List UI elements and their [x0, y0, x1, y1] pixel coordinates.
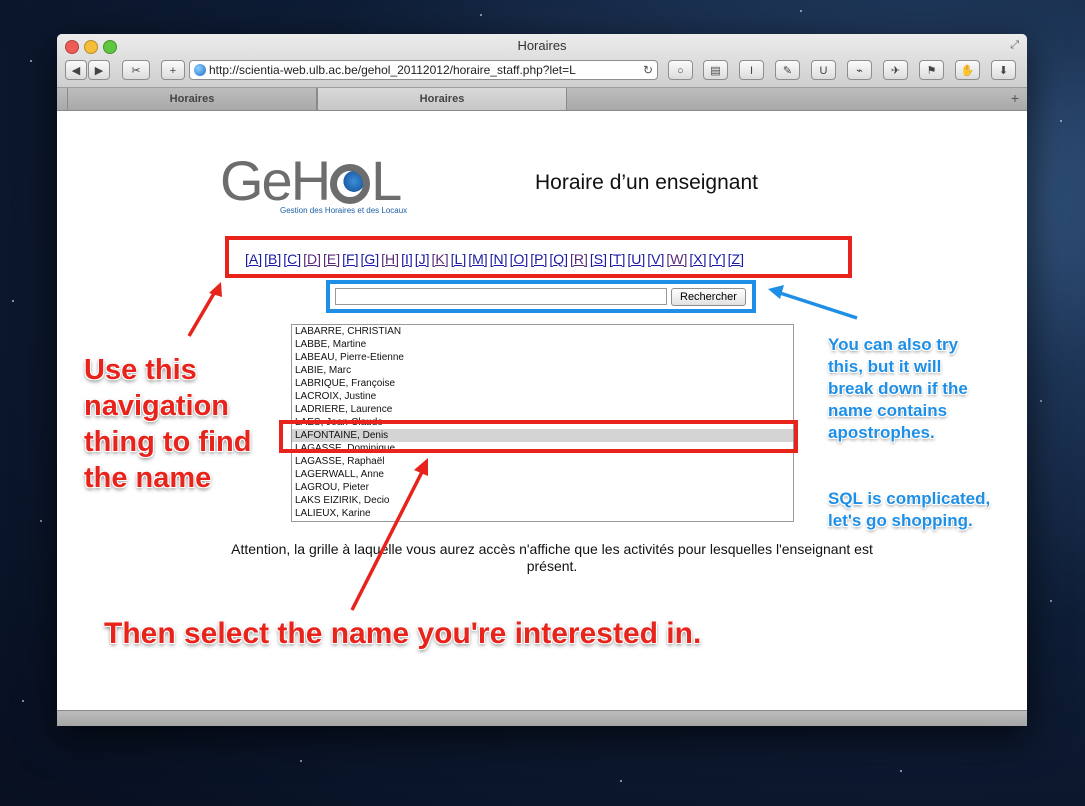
url-text: http://scientia-web.ulb.ac.be/gehol_2011…	[209, 63, 576, 77]
sql-annotation: SQL is complicated, let's go shopping.	[828, 489, 991, 530]
translate-extension-icon[interactable]: ⚑	[919, 60, 944, 80]
web-extension-icon[interactable]: ⌁	[847, 60, 872, 80]
add-bookmark-button[interactable]: +	[161, 60, 185, 80]
select-annotation: Then select the name you're interested i…	[104, 617, 702, 650]
select-highlight-box	[279, 420, 798, 453]
reader-icon[interactable]: ✂	[122, 60, 150, 80]
back-button[interactable]: ◀	[65, 60, 87, 80]
teacher-option[interactable]: LACROIX, Justine	[292, 390, 793, 403]
address-bar[interactable]: http://scientia-web.ulb.ac.be/gehol_2011…	[189, 60, 658, 80]
teacher-option[interactable]: LALIEUX, Karine	[292, 507, 793, 520]
download-icon[interactable]: ⬇	[991, 60, 1016, 80]
gehol-logo: GeH L Gestion des Horaires et des Locaux	[220, 149, 408, 216]
teacher-option[interactable]: LABBE, Martine	[292, 338, 793, 351]
u-extension-icon[interactable]: U	[811, 60, 836, 80]
logo-subtitle: Gestion des Horaires et des Locaux	[280, 206, 408, 215]
title-bar: Horaires ⤢ ◀ ▶ ✂ + http://scientia-web.u…	[57, 34, 1027, 88]
search-highlight-box	[326, 280, 756, 313]
teacher-option[interactable]: LABARRE, CHRISTIAN	[292, 325, 793, 338]
page-title: Horaire d’un enseignant	[535, 171, 758, 194]
teacher-option[interactable]: LAKS EIZIRIK, Decio	[292, 494, 793, 507]
tab-horaires-1[interactable]: Horaires	[67, 88, 317, 110]
teacher-option[interactable]: LABIE, Marc	[292, 364, 793, 377]
status-bar	[57, 710, 1027, 726]
fullscreen-icon[interactable]: ⤢	[1010, 39, 1019, 52]
window-title: Horaires	[517, 38, 567, 53]
search-annotation: You can also try this, but it will break…	[828, 335, 968, 442]
tab-bar: Horaires Horaires +	[57, 88, 1027, 111]
teacher-option[interactable]: LAGERWALL, Anne	[292, 468, 793, 481]
tools-extension-icon[interactable]: ✈	[883, 60, 908, 80]
attention-note: Attention, la grille à laquelle vous aur…	[231, 541, 873, 574]
tab-horaires-2[interactable]: Horaires	[317, 88, 567, 110]
rss-icon[interactable]: ▤	[703, 60, 728, 80]
opera-extension-icon[interactable]: ○	[668, 60, 693, 80]
globe-icon	[194, 64, 206, 76]
teacher-option[interactable]: LABRIQUE, Françoise	[292, 377, 793, 390]
info-extension-icon[interactable]: I	[739, 60, 764, 80]
css-extension-icon[interactable]: ✎	[775, 60, 800, 80]
adblock-icon[interactable]: ✋	[955, 60, 980, 80]
nav-highlight-box	[225, 236, 852, 278]
teacher-option[interactable]: LADRIERE, Laurence	[292, 403, 793, 416]
teacher-option[interactable]: LABEAU, Pierre-Etienne	[292, 351, 793, 364]
nav-annotation: Use this navigation thing to find the na…	[84, 354, 252, 494]
teacher-option[interactable]: LAGASSE, Raphaël	[292, 455, 793, 468]
teacher-option[interactable]: LAGROU, Pieter	[292, 481, 793, 494]
reload-icon[interactable]: ↻	[643, 61, 653, 79]
forward-button[interactable]: ▶	[88, 60, 110, 80]
new-tab-icon[interactable]: +	[1011, 90, 1019, 106]
